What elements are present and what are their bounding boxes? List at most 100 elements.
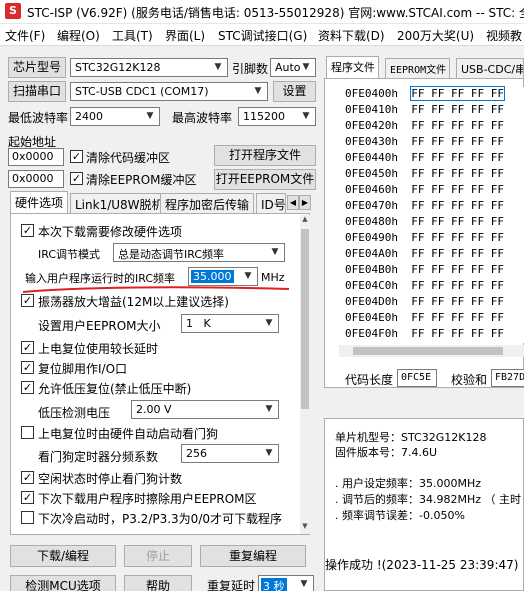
hex-row-bytes: FF FF FF FF FF	[411, 263, 504, 276]
hex-row: 0FE0410h FF FF FF FF FF	[345, 103, 504, 116]
chip-model-select[interactable]: STC32G12K128 ▼	[70, 58, 228, 77]
open-eeprom-file-button[interactable]: 打开EEPROM文件	[214, 169, 316, 190]
detect-mcu-options-button[interactable]: 检测MCU选项	[10, 575, 116, 591]
irc-mode-value: 总是动态调节IRC频率	[118, 248, 225, 261]
clear-eeprom-label: 清除EEPROM缓冲区	[86, 173, 197, 187]
repeat-delay-select[interactable]: 3 秒 ▼	[258, 575, 314, 591]
idle-stop-watchdog-checkbox[interactable]: ✓	[21, 471, 34, 484]
hex-grid[interactable]: 0FE0400h FF FF FF FF FF 0FE0410h FF FF FF…	[339, 86, 524, 343]
menu-debug[interactable]: STC调试接口(G)	[218, 27, 307, 44]
open-program-file-button[interactable]: 打开程序文件	[214, 145, 316, 166]
menu-prize[interactable]: 200万大奖(U)	[397, 27, 474, 44]
menu-tools[interactable]: 工具(T)	[112, 27, 153, 44]
tab-id-number[interactable]: ID号	[256, 193, 286, 213]
port-settings-button[interactable]: 设置	[273, 81, 316, 102]
menu-interface[interactable]: 界面(L)	[165, 27, 205, 44]
repeat-delay-label: 重复延时	[207, 579, 256, 591]
long-reset-delay-label: 上电复位使用较长延时	[38, 342, 159, 356]
menu-video[interactable]: 视频教	[486, 27, 522, 44]
tab-scroll-right-icon[interactable]: ▶	[299, 195, 311, 210]
pin-count-select[interactable]: Auto ▼	[270, 58, 316, 77]
low-voltage-reset-checkbox[interactable]: ✓	[21, 381, 34, 394]
menu-downloads[interactable]: 资料下载(D)	[318, 27, 385, 44]
repeat-delay-value: 3 秒	[261, 578, 287, 591]
max-baud-select[interactable]: 115200 ▼	[238, 107, 316, 126]
hex-row: 0FE0440h FF FF FF FF FF	[345, 151, 504, 164]
min-baud-select[interactable]: 2400 ▼	[70, 107, 160, 126]
hex-row-bytes: FF FF FF FF FF	[411, 327, 504, 340]
auto-watchdog-checkbox[interactable]	[21, 426, 34, 439]
chip-model-value: STC32G12K128	[75, 61, 161, 74]
scrollbar-thumb[interactable]	[301, 229, 309, 409]
help-button[interactable]: 帮助	[124, 575, 192, 591]
hex-row-address: 0FE0460h	[345, 183, 398, 196]
chevron-down-icon: ▼	[271, 247, 279, 257]
osc-gain-checkbox[interactable]: ✓	[21, 294, 34, 307]
wdt-divider-select[interactable]: 256 ▼	[181, 444, 279, 463]
irc-mode-select[interactable]: 总是动态调节IRC频率 ▼	[113, 243, 285, 262]
erase-eeprom-label: 下次下载用户程序时擦除用户EEPROM区	[38, 492, 257, 506]
info-chip-model: 单片机型号：STC32G12K128	[335, 431, 487, 444]
hex-row-address: 0FE04D0h	[345, 295, 398, 308]
menu-program[interactable]: 编程(O)	[57, 27, 100, 44]
hex-row-bytes: FF FF FF FF FF	[411, 215, 504, 228]
hex-horizontal-scrollbar[interactable]	[339, 345, 524, 357]
port-select[interactable]: STC-USB CDC1 (COM17) ▼	[70, 82, 268, 101]
tab-link1-offline[interactable]: Link1/U8W脱机	[70, 193, 169, 213]
info-adjusted-frequency: . 调节后的频率：34.982MHz （ 主时	[335, 493, 522, 506]
min-baud-value: 2400	[75, 110, 103, 123]
chip-model-button[interactable]: 芯片型号	[8, 57, 66, 78]
lvd-voltage-label: 低压检测电压	[38, 406, 111, 420]
stop-button[interactable]: 停止	[124, 545, 192, 567]
hex-row-address: 0FE0440h	[345, 151, 398, 164]
eeprom-size-select[interactable]: 1 K ▼	[181, 314, 279, 333]
tab-encrypted-transfer[interactable]: 程序加密后传输	[160, 193, 255, 213]
erase-eeprom-checkbox[interactable]: ✓	[21, 491, 34, 504]
tab-scroll-left-icon[interactable]: ◀	[287, 195, 299, 210]
clear-eeprom-checkbox[interactable]: ✓	[70, 172, 83, 185]
hex-row-address: 0FE0490h	[345, 231, 398, 244]
tab-hardware-options[interactable]: 硬件选项	[10, 191, 69, 214]
eeprom-size-label: 设置用户EEPROM大小	[38, 319, 161, 333]
max-baud-label: 最高波特率	[172, 111, 233, 125]
code-length-label: 代码长度	[345, 373, 394, 387]
hex-row-address: 0FE0420h	[345, 119, 398, 132]
lvd-voltage-select[interactable]: 2.00 V ▼	[131, 400, 279, 419]
scroll-down-icon[interactable]: ▼	[300, 522, 310, 534]
chevron-down-icon: ▼	[302, 62, 310, 72]
reset-pin-io-checkbox[interactable]: ✓	[21, 361, 34, 374]
hex-row-bytes: FF FF FF FF FF	[410, 86, 505, 101]
menu-file[interactable]: 文件(F)	[5, 27, 45, 44]
eeprom-start-address-input[interactable]: 0x0000	[8, 170, 64, 188]
hex-row-address: 0FE04E0h	[345, 311, 398, 324]
scrollbar-thumb[interactable]	[353, 347, 503, 355]
hex-row: 0FE0400h FF FF FF FF FF	[345, 86, 505, 101]
download-program-button[interactable]: 下载/编程	[10, 545, 116, 567]
hardware-options-scrollbar[interactable]: ▲ ▼	[300, 215, 310, 534]
tab-usb-cdc[interactable]: USB-CDC/串	[456, 58, 524, 78]
osc-gain-label: 振荡器放大增益(12M以上建议选择)	[38, 295, 229, 309]
clear-code-checkbox[interactable]: ✓	[70, 150, 83, 163]
code-length-value: 0FC5E	[397, 369, 437, 387]
long-reset-delay-checkbox[interactable]: ✓	[21, 341, 34, 354]
hex-row-address: 0FE0480h	[345, 215, 398, 228]
hex-row: 0FE0430h FF FF FF FF FF	[345, 135, 504, 148]
modify-hw-options-checkbox[interactable]: ✓	[21, 224, 34, 237]
scan-port-button[interactable]: 扫描串口	[8, 81, 66, 102]
hex-row: 0FE04D0h FF FF FF FF FF	[345, 295, 504, 308]
hex-row-bytes: FF FF FF FF FF	[411, 247, 504, 260]
irc-frequency-value: 35.000	[191, 270, 234, 283]
checksum-value: FB27D	[491, 369, 524, 387]
hex-row-bytes: FF FF FF FF FF	[411, 199, 504, 212]
code-start-address-input[interactable]: 0x0000	[8, 148, 64, 166]
repeat-program-button[interactable]: 重复编程	[200, 545, 306, 567]
chevron-down-icon: ▼	[265, 404, 273, 414]
scroll-up-icon[interactable]: ▲	[300, 215, 310, 227]
cold-start-checkbox[interactable]	[21, 511, 34, 524]
tab-program-file[interactable]: 程序文件	[326, 56, 379, 79]
info-frequency-error: . 频率调节误差：-0.050%	[335, 509, 465, 522]
eeprom-size-value: 1 K	[186, 317, 211, 330]
hex-row-bytes: FF FF FF FF FF	[411, 279, 504, 292]
hex-row-address: 0FE04C0h	[345, 279, 398, 292]
tab-eeprom-file[interactable]: EEPROM文件	[385, 58, 451, 78]
